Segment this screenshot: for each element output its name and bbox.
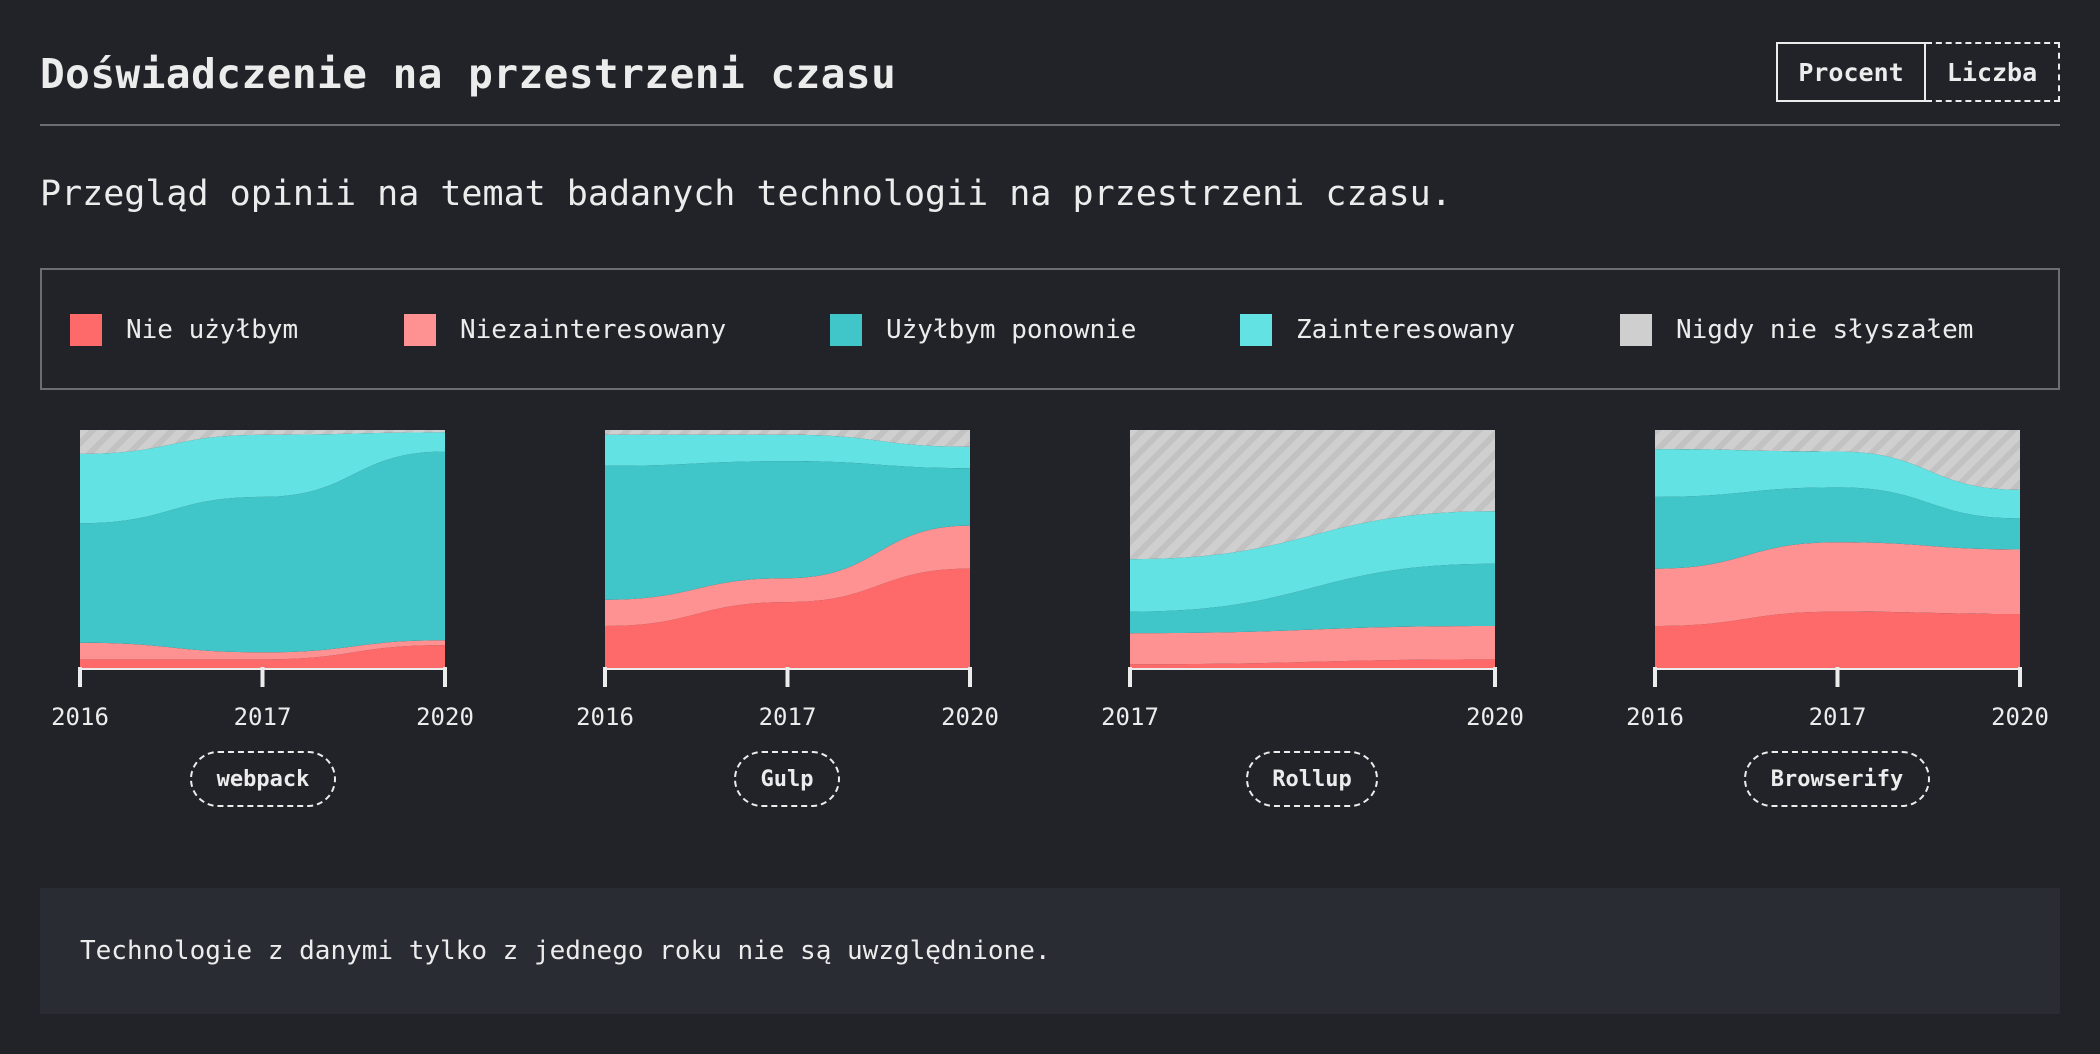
x-tick-label: 2016 [51,703,109,731]
footnote-box: Technologie z danymi tylko z jednego rok… [40,888,2060,1014]
legend-label: Nie użyłbym [126,315,299,345]
chart-gulp: 2016 2017 2020 [576,430,999,731]
x-tick-label: 2020 [1466,703,1524,731]
percent-button[interactable]: Procent [1776,42,1926,102]
legend-swatch [1240,314,1272,346]
legend-item-not-interested[interactable]: Niezainteresowany [404,313,726,347]
legend-swatch [1620,314,1652,346]
x-tick-label: 2020 [416,703,474,731]
x-tick-label: 2020 [941,703,999,731]
legend-item-would-use[interactable]: Użyłbym ponownie [830,313,1136,347]
tech-badge-gulp[interactable]: Gulp [734,751,840,807]
footnote-text: Technologie z danymi tylko z jednego rok… [80,936,1051,966]
legend-item-never-heard[interactable]: Nigdy nie słyszałem [1620,313,1973,347]
legend-item-interested[interactable]: Zainteresowany [1240,313,1515,347]
x-tick-label: 2017 [234,703,292,731]
legend-swatch [830,314,862,346]
section-description: Przegląd opinii na temat badanych techno… [40,174,1452,214]
chart-rollup: 2017 2020 [1101,430,1524,731]
x-tick-label: 2017 [759,703,817,731]
x-tick-label: 2016 [1626,703,1684,731]
x-tick-label: 2020 [1991,703,2049,731]
legend-swatch [70,314,102,346]
page: Doświadczenie na przestrzeni czasu Proce… [0,0,2100,1054]
x-tick-label: 2016 [576,703,634,731]
page-title: Doświadczenie na przestrzeni czasu [40,50,897,98]
tech-badge-browserify[interactable]: Browserify [1744,751,1930,807]
tech-badge-webpack[interactable]: webpack [190,751,336,807]
charts-area: 2016 2017 2020 2016 2017 2020 2017 2020 2016 2017… [51,430,2049,731]
legend-label: Zainteresowany [1296,315,1516,345]
header: Doświadczenie na przestrzeni czasu Proce… [40,40,2060,126]
x-tick-label: 2017 [1101,703,1159,731]
units-toggle: Procent Liczba [1776,42,2060,102]
legend-label: Nigdy nie słyszałem [1676,315,1974,345]
tech-badge-rollup[interactable]: Rollup [1246,751,1378,807]
legend-item-would-not-use[interactable]: Nie użyłbym [70,313,298,347]
count-button[interactable]: Liczba [1926,42,2060,102]
legend-label: Użyłbym ponownie [886,315,1137,345]
legend: Nie użyłbym Niezainteresowany Użyłbym po… [40,268,2060,390]
x-tick-label: 2017 [1809,703,1867,731]
legend-label: Niezainteresowany [460,315,727,345]
chart-webpack: 2016 2017 2020 [51,430,474,731]
chart-browserify: 2016 2017 2020 [1626,430,2049,731]
legend-swatch [404,314,436,346]
